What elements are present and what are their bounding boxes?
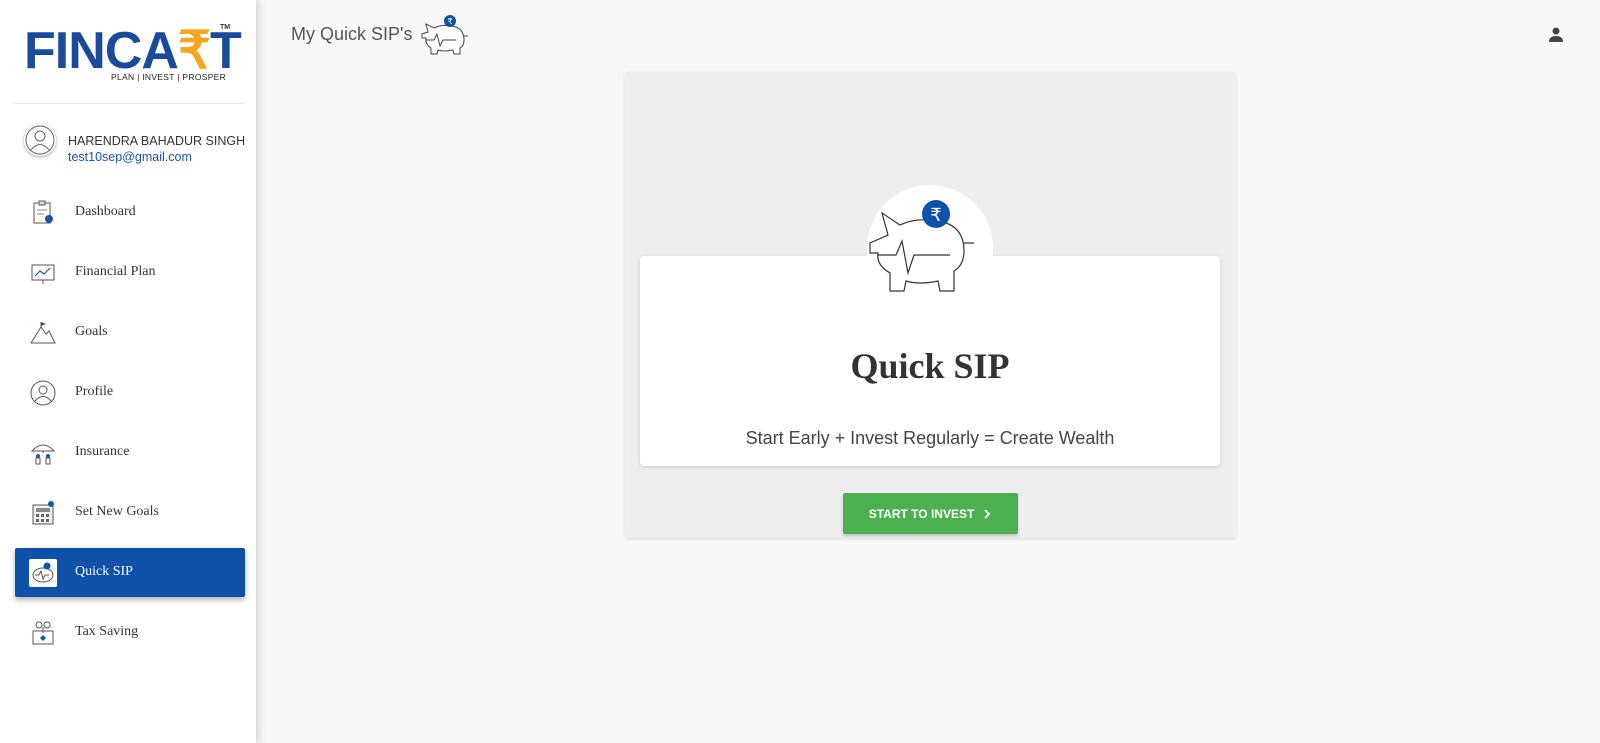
logo-trademark: TM [220, 24, 231, 31]
svg-text:₹: ₹ [930, 205, 941, 226]
piggy-bank-icon [29, 559, 57, 587]
user-name: HARENDRA BAHADUR SINGH [68, 134, 246, 148]
sidebar-item-financial-plan[interactable]: Financial Plan [15, 248, 245, 297]
person-icon[interactable] [1546, 25, 1566, 45]
sidebar-item-goals[interactable]: Goals [15, 308, 245, 357]
sidebar-item-label: Set New Goals [75, 504, 159, 519]
clipboard-icon [29, 199, 57, 227]
tax-saving-icon [29, 619, 57, 647]
chevron-right-icon [984, 508, 991, 519]
start-to-invest-label: START TO INVEST [868, 506, 975, 521]
sidebar-item-label: Goals [75, 324, 108, 339]
sidebar-item-label: Tax Saving [75, 624, 139, 639]
piggy-bank-rupee-icon: ₹ [866, 195, 986, 295]
sidebar: FINCA₹T TM PLAN | INVEST | PROSPER HAREN… [0, 0, 256, 743]
card-subtitle: Start Early + Invest Regularly = Create … [745, 428, 1115, 448]
sidebar-item-label: Insurance [75, 444, 130, 459]
sidebar-nav: Dashboard Financial Plan Goals Profile I… [15, 188, 245, 668]
umbrella-family-icon [29, 439, 57, 467]
calculator-icon [29, 499, 57, 527]
sidebar-item-set-new-goals[interactable]: Set New Goals [15, 488, 245, 537]
logo-tagline: PLAN | INVEST | PROSPER [111, 72, 227, 82]
sidebar-item-label: Financial Plan [75, 264, 156, 279]
sidebar-item-tax-saving[interactable]: Tax Saving [15, 608, 245, 657]
mountain-flag-icon [29, 319, 57, 347]
sidebar-item-insurance[interactable]: Insurance [15, 428, 245, 477]
user-email: test10sep@gmail.com [68, 150, 192, 164]
piggy-bank-icon: ₹ [420, 14, 472, 58]
profile-icon [29, 379, 57, 407]
sidebar-item-label: Dashboard [75, 204, 136, 219]
sidebar-item-label: Profile [75, 384, 114, 399]
sidebar-divider [14, 103, 244, 104]
start-to-invest-button[interactable]: START TO INVEST [843, 493, 1018, 534]
page-title: My Quick SIP's [291, 24, 413, 44]
svg-text:₹: ₹ [447, 17, 452, 26]
user-circle-icon [24, 124, 56, 156]
chart-board-icon [29, 259, 57, 287]
sidebar-item-profile[interactable]: Profile [15, 368, 245, 417]
sidebar-item-quick-sip[interactable]: Quick SIP [15, 548, 245, 597]
sidebar-item-dashboard[interactable]: Dashboard [15, 188, 245, 237]
fincart-logo[interactable]: FINCA₹T TM PLAN | INVEST | PROSPER [24, 22, 242, 84]
card-title: Quick SIP [850, 346, 1010, 386]
user-info: HARENDRA BAHADUR SINGH test10sep@gmail.c… [24, 124, 256, 164]
sidebar-item-label: Quick SIP [75, 564, 133, 579]
